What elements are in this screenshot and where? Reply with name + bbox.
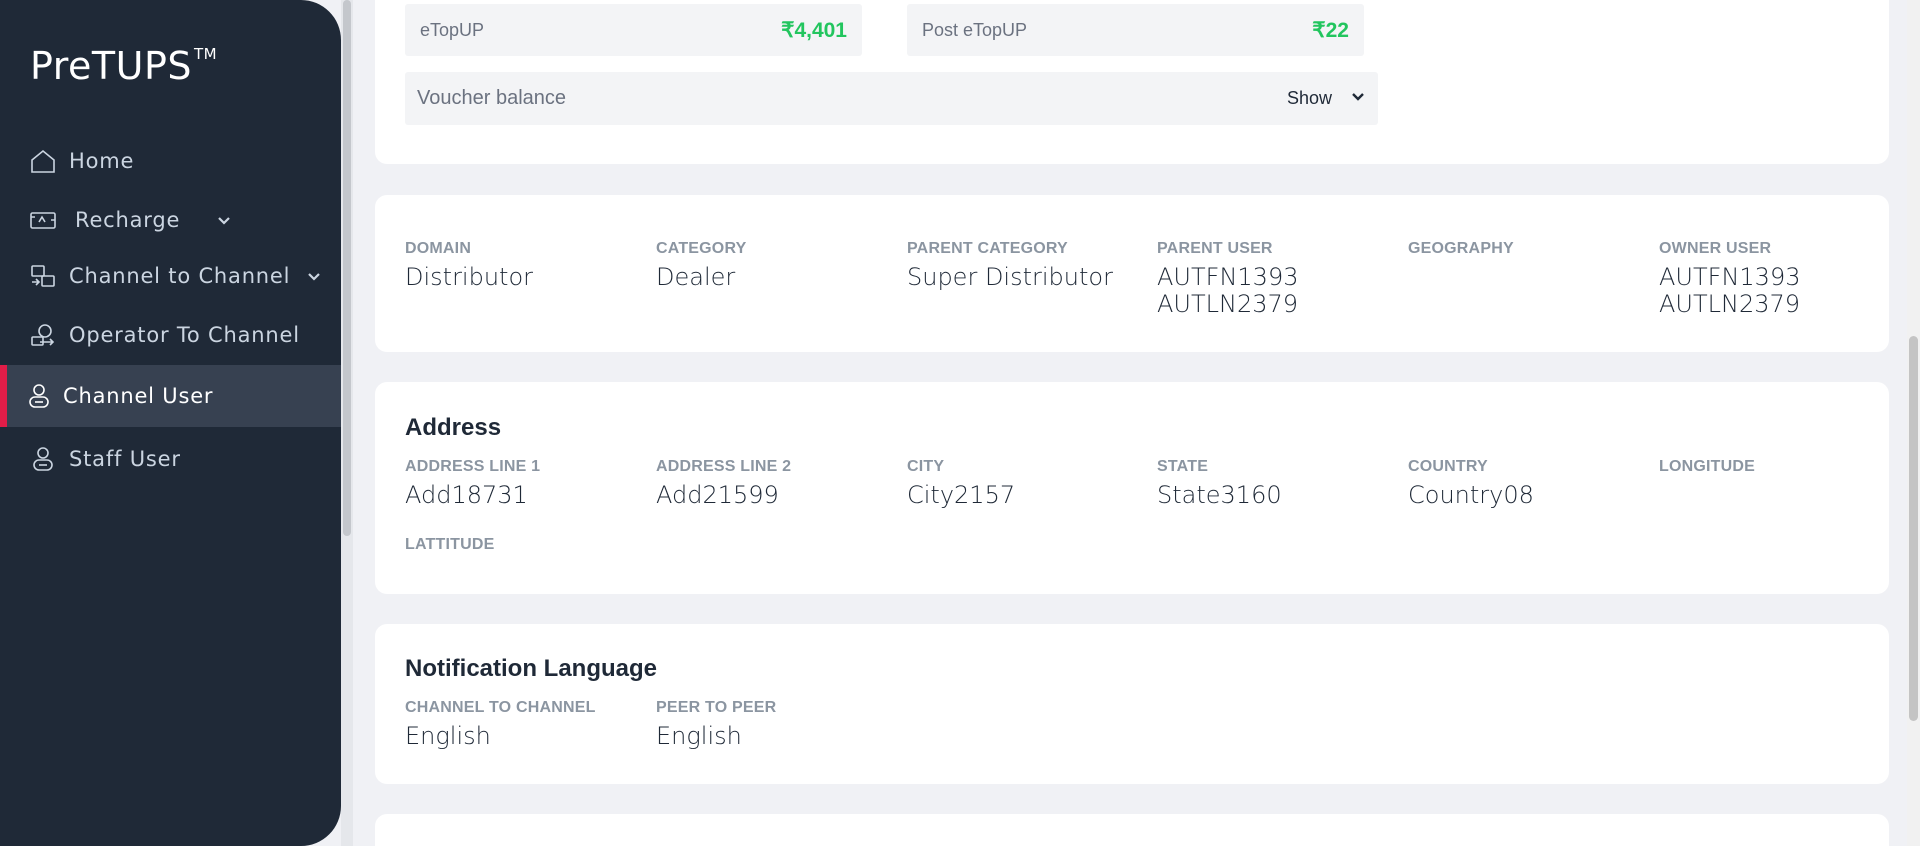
page-scrollbar-thumb[interactable] <box>1909 336 1918 721</box>
balance-card: eTopUP ₹4,401 Post eTopUP ₹22 Voucher ba… <box>375 0 1889 164</box>
post-etopup-label: Post eTopUP <box>922 19 1028 40</box>
channel-transfer-icon <box>29 262 57 290</box>
field-label: CATEGORY <box>656 240 747 257</box>
field-value-line2: AUTLN2379 <box>1157 290 1299 318</box>
post-etopup-value: ₹22 <box>1312 18 1349 42</box>
address-line2-field: ADDRESS LINE 2 Add21599 <box>656 458 896 509</box>
field-label: OWNER USER <box>1659 240 1772 257</box>
address-card: Address ADDRESS LINE 1 Add18731 ADDRESS … <box>375 382 1889 594</box>
sidebar-item-label: Operator To Channel <box>69 323 300 347</box>
etopup-balance: eTopUP ₹4,401 <box>405 4 862 56</box>
address-line1-field: ADDRESS LINE 1 Add18731 <box>405 458 645 509</box>
field-label: STATE <box>1157 458 1209 475</box>
recharge-icon <box>29 206 57 234</box>
home-icon <box>29 147 57 175</box>
hierarchy-card: DOMAIN Distributor CATEGORY Dealer PAREN… <box>375 195 1889 352</box>
field-label: PEER TO PEER <box>656 699 777 716</box>
longitude-field: LONGITUDE <box>1659 458 1899 482</box>
field-value: State3160 <box>1157 481 1282 509</box>
etopup-label: eTopUP <box>420 19 485 40</box>
field-label: COUNTRY <box>1408 458 1488 475</box>
sidebar-item-label: Staff User <box>69 447 181 471</box>
channel-to-channel-language-field: CHANNEL TO CHANNEL English <box>405 699 645 750</box>
field-value: City2157 <box>907 481 1016 509</box>
field-label: LONGITUDE <box>1659 458 1756 475</box>
field-label: ADDRESS LINE 1 <box>405 458 541 475</box>
operator-icon <box>29 321 57 349</box>
sidebar-scrollbar-thumb[interactable] <box>343 0 351 536</box>
parent-category-field: PARENT CATEGORY Super Distributor <box>907 240 1147 291</box>
voucher-balance-dropdown[interactable]: Voucher balance Show <box>405 72 1378 125</box>
field-value-line1: AUTFN1393 <box>1659 263 1801 291</box>
sidebar-item-label: Home <box>69 149 135 173</box>
sidebar-item-label: Recharge <box>75 208 181 232</box>
sidebar-item-label: Channel to Channel <box>69 264 291 288</box>
user-icon <box>25 382 53 410</box>
city-field: CITY City2157 <box>907 458 1147 509</box>
chevron-down-icon[interactable] <box>306 268 322 284</box>
sidebar-item-operator-to-channel[interactable]: Operator To Channel <box>0 304 341 366</box>
lattitude-field: LATTITUDE <box>405 536 645 560</box>
field-value: English <box>656 722 742 750</box>
state-field: STATE State3160 <box>1157 458 1397 509</box>
sidebar-item-channel-to-channel[interactable]: Channel to Channel <box>0 245 341 307</box>
geography-field: GEOGRAPHY <box>1408 240 1648 264</box>
field-label: PARENT USER <box>1157 240 1273 257</box>
peer-to-peer-language-field: PEER TO PEER English <box>656 699 896 750</box>
sidebar-item-staff-user[interactable]: Staff User <box>0 428 341 490</box>
field-label: CHANNEL TO CHANNEL <box>405 699 596 716</box>
field-label: ADDRESS LINE 2 <box>656 458 792 475</box>
country-field: COUNTRY Country08 <box>1408 458 1648 509</box>
field-label: GEOGRAPHY <box>1408 240 1514 257</box>
field-label: CITY <box>907 458 945 475</box>
address-title: Address <box>405 414 502 441</box>
field-label: PARENT CATEGORY <box>907 240 1068 257</box>
category-field: CATEGORY Dealer <box>656 240 896 291</box>
sidebar-item-recharge[interactable]: Recharge <box>0 189 341 251</box>
post-etopup-balance: Post eTopUP ₹22 <box>907 4 1364 56</box>
owner-user-field: OWNER USER AUTFN1393 AUTLN2379 <box>1659 240 1899 318</box>
field-label: LATTITUDE <box>405 536 495 553</box>
chevron-down-icon[interactable] <box>1350 88 1366 109</box>
sidebar-item-home[interactable]: Home <box>0 130 341 192</box>
voucher-show-label[interactable]: Show <box>1287 88 1332 109</box>
field-value: Country08 <box>1408 481 1534 509</box>
logo-text: PreTUPS <box>30 44 192 88</box>
sidebar-item-channel-user[interactable]: Channel User <box>0 365 341 427</box>
notification-language-card: Notification Language CHANNEL TO CHANNEL… <box>375 624 1889 784</box>
logo-trademark: TM <box>193 45 218 64</box>
chevron-down-icon[interactable] <box>216 212 232 228</box>
field-value-line2: AUTLN2379 <box>1659 290 1801 318</box>
field-value: English <box>405 722 491 750</box>
app-logo[interactable]: PreTUPS TM <box>30 44 217 88</box>
field-value-line1: AUTFN1393 <box>1157 263 1299 291</box>
next-card <box>375 814 1889 846</box>
field-value: Dealer <box>656 263 736 291</box>
notification-language-title: Notification Language <box>405 655 657 682</box>
domain-field: DOMAIN Distributor <box>405 240 645 291</box>
voucher-balance-label: Voucher balance <box>417 87 567 109</box>
field-value: Add18731 <box>405 481 528 509</box>
sidebar: PreTUPS TM Home Recharge Channel to Chann… <box>0 0 341 846</box>
parent-user-field: PARENT USER AUTFN1393 AUTLN2379 <box>1157 240 1397 318</box>
field-value: Super Distributor <box>907 263 1113 291</box>
sidebar-item-label: Channel User <box>63 384 214 408</box>
field-label: DOMAIN <box>405 240 472 257</box>
field-value: Distributor <box>405 263 534 291</box>
etopup-value: ₹4,401 <box>781 18 847 42</box>
user-icon <box>29 445 57 473</box>
field-value: Add21599 <box>656 481 779 509</box>
